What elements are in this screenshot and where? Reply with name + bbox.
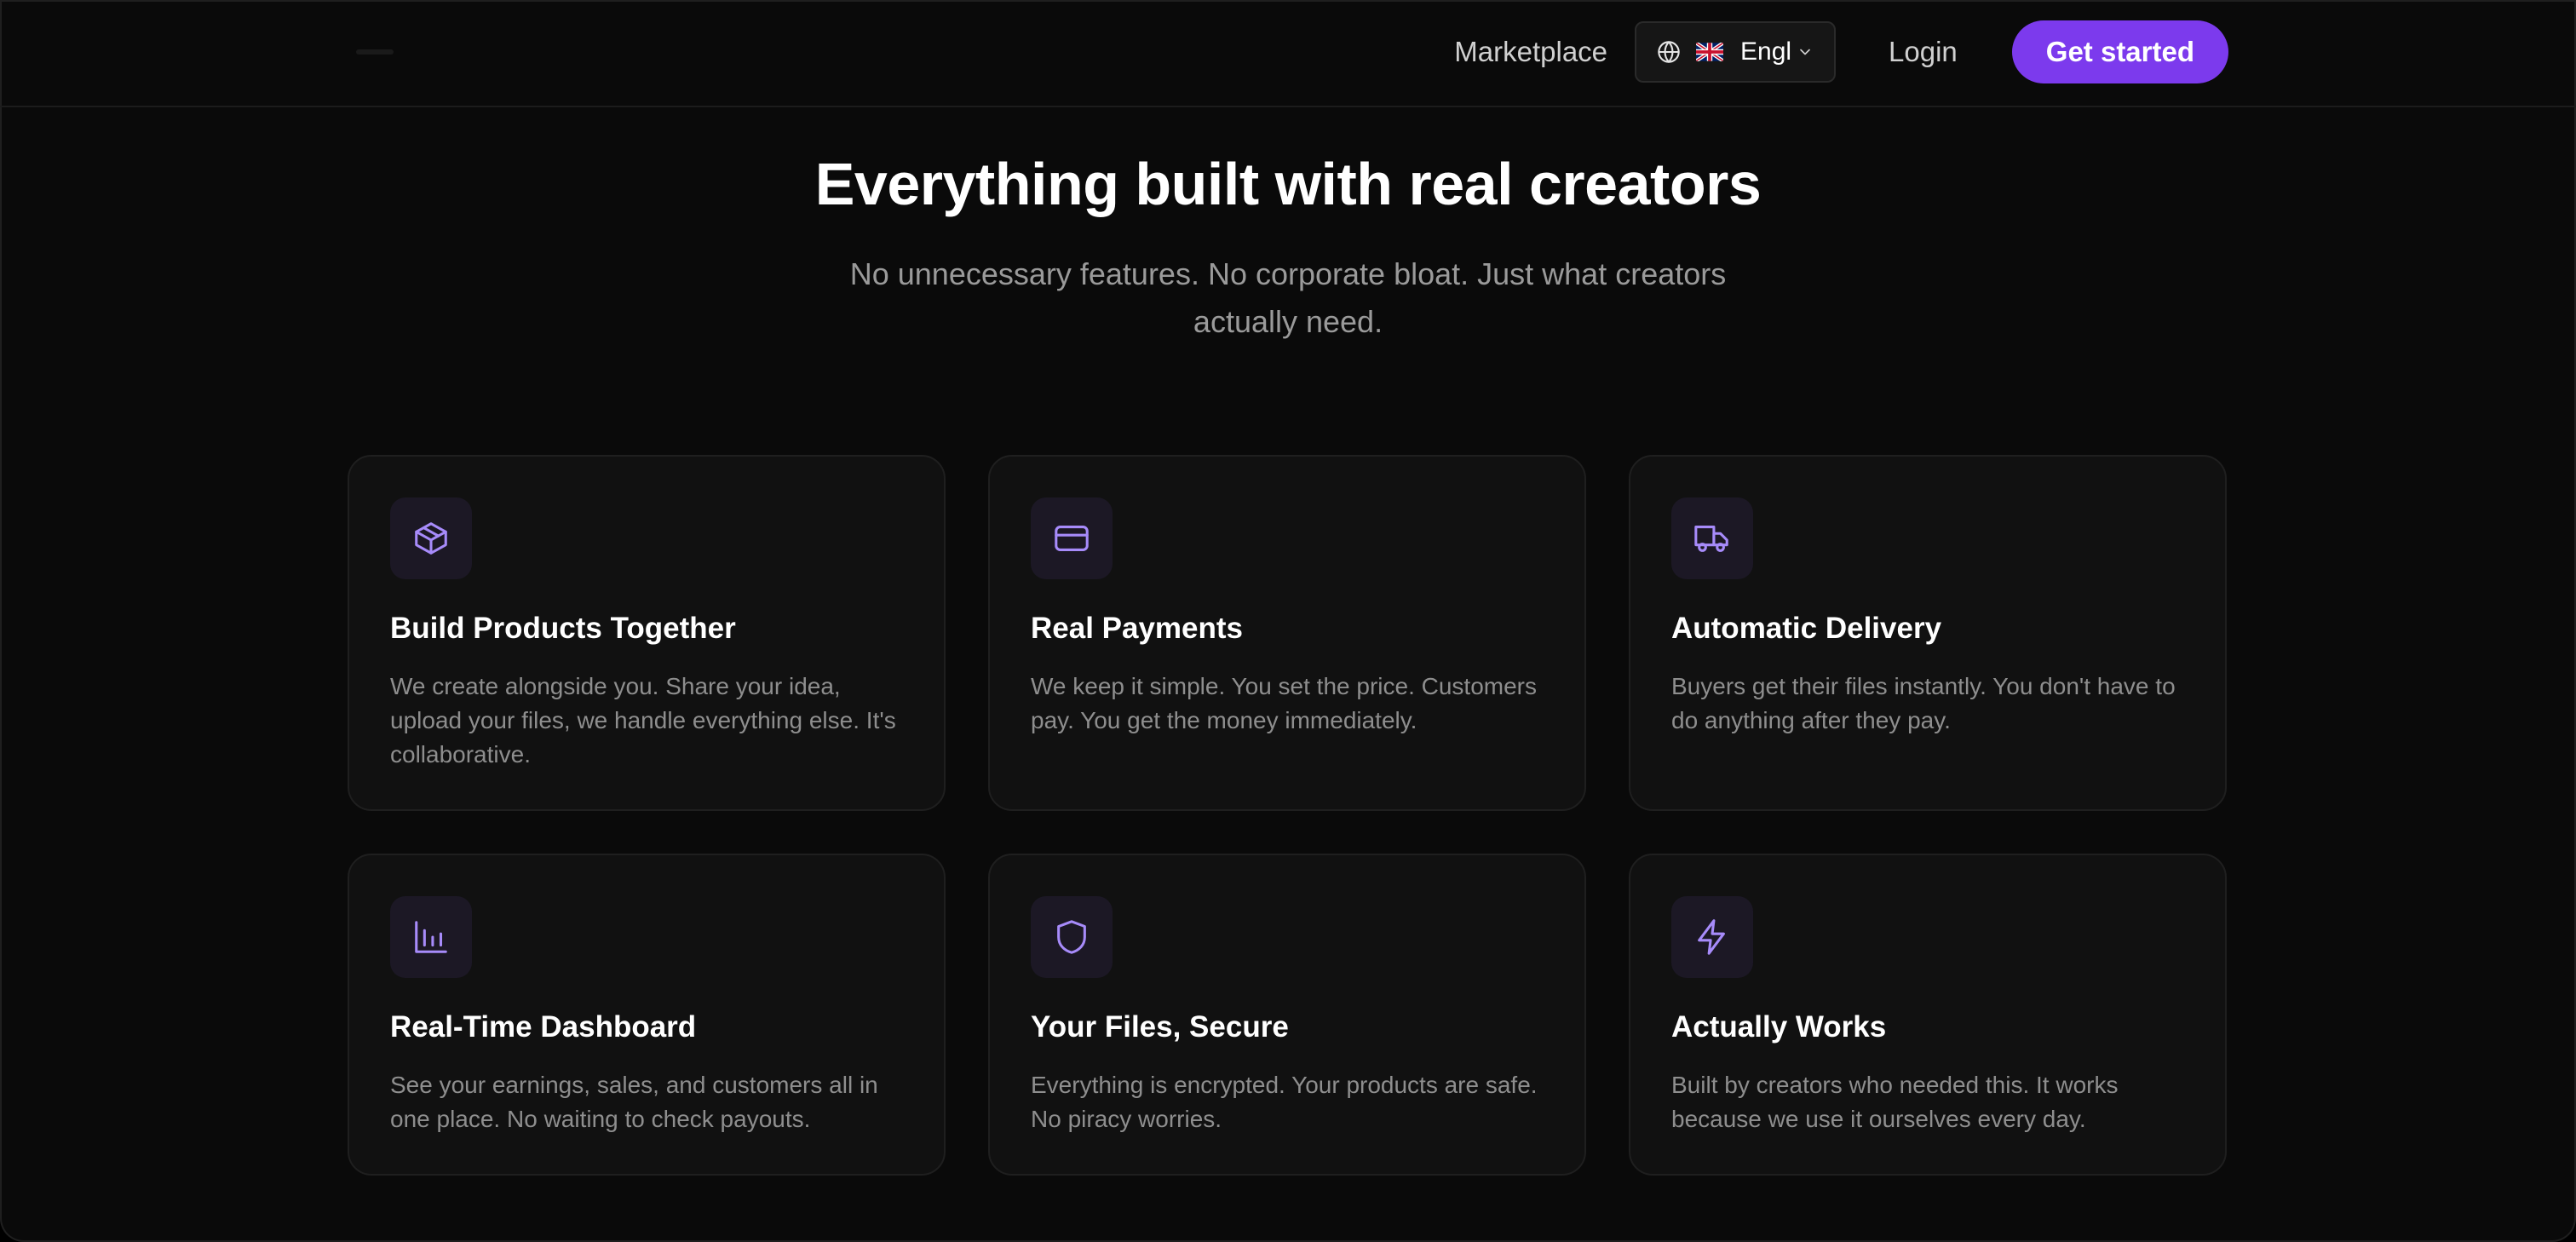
feature-title: Build Products Together <box>390 612 736 645</box>
feature-description: Everything is encrypted. Your products a… <box>1031 1072 1538 1132</box>
feature-icon-container <box>1671 497 1753 579</box>
package-icon <box>415 522 447 555</box>
feature-icon-container <box>390 896 472 978</box>
bar-chart-icon <box>415 921 447 953</box>
language-selector[interactable]: Engli <box>1635 21 1837 83</box>
feature-description: We create alongside you. Share your idea… <box>390 673 896 768</box>
feature-description: Built by creators who needed this. It wo… <box>1671 1072 2119 1132</box>
globe-icon <box>1658 41 1680 63</box>
feature-card-build-products: Build Products Together We create alongs… <box>348 455 946 811</box>
app-window: Marketplace Engli Login Get started Ever… <box>0 0 2576 1242</box>
feature-icon-container <box>1671 896 1753 978</box>
lightning-icon <box>1698 919 1725 955</box>
feature-card-real-payments: Real Payments We keep it simple. You set… <box>988 455 1586 811</box>
feature-title: Real-Time Dashboard <box>390 1010 697 1044</box>
marketplace-link[interactable]: Marketplace <box>1454 36 1607 68</box>
feature-title: Your Files, Secure <box>1031 1010 1289 1044</box>
truck-icon <box>1694 526 1728 552</box>
uk-flag-icon <box>1696 43 1724 61</box>
shield-icon <box>1057 920 1086 954</box>
feature-icon-container <box>390 497 472 579</box>
page-subtitle: No unnecessary features. No corporate bl… <box>849 256 1727 339</box>
page-title: Everything built with real creators <box>814 151 1762 217</box>
language-label: Engli <box>1740 37 1794 66</box>
login-link[interactable]: Login <box>1889 36 1958 68</box>
feature-card-actually-works: Actually Works Built by creators who nee… <box>1629 854 2227 1176</box>
feature-title: Automatic Delivery <box>1671 612 1942 645</box>
credit-card-icon <box>1055 526 1089 551</box>
feature-description: Buyers get their files instantly. You do… <box>1671 673 2176 733</box>
feature-icon-container <box>1031 896 1113 978</box>
feature-card-real-time-dashboard: Real-Time Dashboard See your earnings, s… <box>348 854 946 1176</box>
feature-card-automatic-delivery: Automatic Delivery Buyers get their file… <box>1629 455 2227 811</box>
site-header: Marketplace Engli Login Get started <box>0 0 2576 107</box>
feature-description: We keep it simple. You set the price. Cu… <box>1031 673 1537 733</box>
feature-card-files-secure: Your Files, Secure Everything is encrypt… <box>988 854 1586 1176</box>
feature-description: See your earnings, sales, and customers … <box>390 1072 878 1132</box>
feature-title: Real Payments <box>1031 612 1244 645</box>
get-started-button[interactable]: Get started <box>2011 20 2228 83</box>
feature-icon-container <box>1031 497 1113 579</box>
top-nav: Marketplace Engli Login Get started <box>1454 20 2228 83</box>
logo[interactable] <box>356 49 394 55</box>
feature-title: Actually Works <box>1671 1010 1887 1044</box>
chevron-down-icon <box>1800 49 1810 55</box>
